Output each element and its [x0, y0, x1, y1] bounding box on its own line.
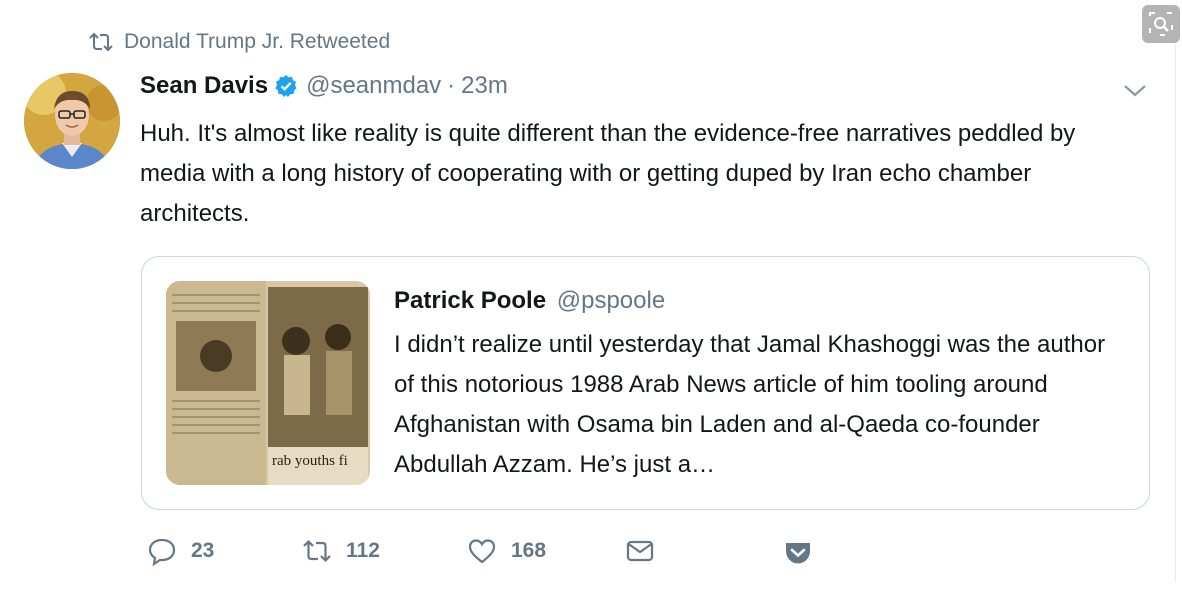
like-icon — [468, 539, 496, 564]
reply-icon — [148, 538, 176, 566]
quoted-tweet-image[interactable]: rab youths fi — [166, 281, 370, 485]
timestamp[interactable]: 23m — [461, 72, 508, 100]
quoted-tweet[interactable]: rab youths fi Patrick Poole @pspoole I d… — [141, 256, 1150, 510]
retweet-label: Donald Trump Jr. Retweeted — [124, 30, 391, 53]
quoted-author-name[interactable]: Patrick Poole — [394, 287, 546, 314]
retweet-button[interactable]: 112 — [302, 536, 380, 566]
divider — [1175, 10, 1176, 582]
like-count: 168 — [511, 539, 547, 562]
quoted-tweet-header: Patrick Poole @pspoole — [394, 287, 665, 315]
pocket-button[interactable] — [783, 538, 813, 568]
reply-button[interactable]: 23 — [147, 536, 214, 566]
quoted-author-handle[interactable]: @pspoole — [557, 287, 665, 314]
quoted-tweet-text: I didn’t realize until yesterday that Ja… — [394, 331, 1106, 478]
retweet-count: 112 — [346, 539, 380, 562]
retweet-icon — [303, 539, 331, 563]
image-search-button[interactable] — [1142, 5, 1180, 43]
newspaper-photo: rab youths fi — [166, 281, 370, 485]
like-button[interactable]: 168 — [467, 536, 546, 566]
image-caption: rab youths fi — [272, 453, 348, 469]
reply-count: 23 — [191, 539, 215, 562]
direct-message-button[interactable] — [625, 536, 655, 566]
mail-icon — [626, 540, 654, 562]
separator: · — [447, 72, 456, 99]
verified-icon — [275, 75, 297, 97]
author-name[interactable]: Sean Davis — [140, 72, 268, 100]
tweet-header: Sean Davis @seanmdav · 23m — [140, 72, 508, 100]
retweet-icon — [89, 32, 113, 52]
avatar-image — [24, 73, 120, 169]
retweet-context: Donald Trump Jr. Retweeted — [88, 30, 390, 54]
author-handle[interactable]: @seanmdav — [306, 72, 441, 100]
chevron-down-icon[interactable] — [1120, 80, 1150, 100]
search-icon — [1149, 12, 1173, 36]
tweet-text: Huh. It's almost like reality is quite d… — [140, 120, 1076, 227]
avatar[interactable] — [24, 73, 120, 169]
pocket-icon — [786, 543, 810, 564]
